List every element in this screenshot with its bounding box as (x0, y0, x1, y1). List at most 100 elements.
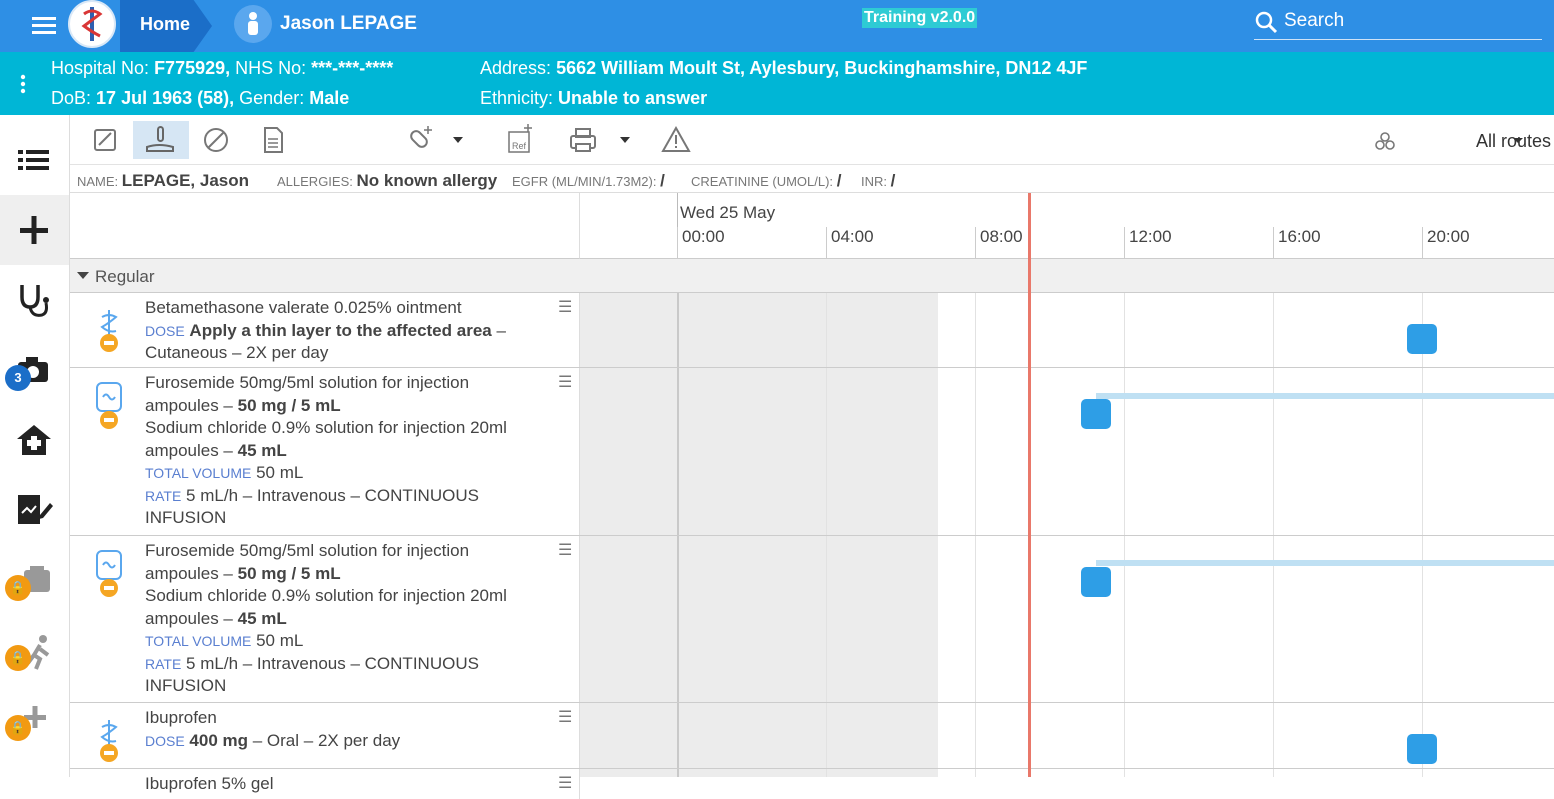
gender-value: Male (309, 88, 350, 108)
hand-pill-icon (146, 126, 174, 152)
lock-badge-icon: 🔒 (5, 715, 31, 741)
med-strength: 50 mg / 5 mL (237, 395, 341, 415)
nav-notes[interactable] (0, 475, 69, 545)
timeline-date: Wed 25 May (680, 203, 776, 222)
egfr-field: EGFR (ML/MIN/1.73M2): / (512, 171, 665, 191)
hosp-value: F775929, (154, 58, 231, 78)
oral-med-icon (94, 715, 124, 765)
hospital-number: Hospital No: F775929, NHS No: ***-***-**… (51, 58, 393, 79)
group-regular[interactable]: Regular (70, 259, 1554, 293)
inr-label: INR: (861, 174, 887, 189)
add-medication-dropdown[interactable] (446, 121, 470, 159)
nav-clinical[interactable] (0, 265, 69, 335)
name-field: NAME: LEPAGE, Jason (77, 171, 249, 191)
document-edit-icon (18, 495, 53, 524)
menu-icon[interactable] (24, 12, 64, 40)
dose-value: Apply a thin layer to the affected area (189, 320, 492, 340)
nav-add[interactable] (0, 195, 69, 265)
svg-text:Ref: Ref (512, 141, 527, 151)
group-label: Regular (95, 267, 155, 286)
nav-photos[interactable]: 3 (0, 335, 69, 405)
patient-name[interactable]: Jason LEPAGE (280, 13, 417, 35)
med-name: Ibuprofen (145, 708, 217, 727)
print-button[interactable] (555, 121, 611, 159)
dose-sep: – (496, 320, 506, 340)
medication-details: Furosemide 50mg/5ml solution for injecti… (70, 368, 580, 535)
row-menu-icon[interactable]: ☰ (558, 372, 572, 392)
app-logo[interactable] (68, 0, 116, 48)
dose-label: DOSE (145, 322, 185, 339)
diluent-name: Sodium chloride 0.9% solution for inject… (145, 418, 507, 437)
print-dropdown[interactable] (613, 121, 637, 159)
route-frequency: Cutaneous – 2X per day (145, 343, 329, 362)
routes-dropdown-icon[interactable] (1506, 129, 1530, 153)
nav-locked-add[interactable]: 🔒 (0, 685, 69, 755)
nav-locked-discharge[interactable]: 🔒 (0, 615, 69, 685)
addr-label: Address: (480, 58, 552, 78)
nav-list[interactable] (0, 125, 69, 195)
diluent-volume: 45 mL (237, 608, 287, 628)
search-input[interactable]: Search (1254, 6, 1542, 40)
dose-value: 400 mg (189, 730, 249, 750)
dob-label: DoB: (51, 88, 92, 108)
medication-row[interactable]: Furosemide 50mg/5ml solution for injecti… (70, 368, 1554, 536)
patient-avatar-icon (234, 5, 272, 43)
photos-count-badge: 3 (5, 365, 31, 391)
nav-locked-orders[interactable]: 🔒 (0, 545, 69, 615)
patient-summary-strip: NAME: LEPAGE, Jason ALLERGIES: No known … (70, 166, 1554, 193)
medication-row[interactable]: Furosemide 50mg/5ml solution for injecti… (70, 536, 1554, 703)
home-breadcrumb-label[interactable]: Home (140, 14, 190, 35)
total-volume-value: 50 mL (256, 631, 304, 650)
infusion-type: INFUSION (145, 676, 227, 695)
medication-column-header (70, 193, 580, 259)
rate-label: RATE (145, 655, 182, 672)
med-name: Furosemide 50mg/5ml solution for injecti… (145, 373, 470, 392)
medication-row[interactable]: Betamethasone valerate 0.025% ointment D… (70, 293, 1554, 368)
diluent-form: ampoules – (145, 608, 233, 628)
stop-view-button[interactable] (188, 121, 244, 159)
lock-badge-icon: 🔒 (5, 575, 31, 601)
more-vert-icon[interactable] (19, 74, 27, 94)
row-menu-icon[interactable]: ☰ (558, 297, 572, 317)
allergies-field[interactable]: ALLERGIES: No known allergy (277, 171, 497, 191)
timeline-tick: 16:00 (1273, 227, 1321, 259)
caret-down-icon (620, 137, 630, 143)
medication-row[interactable]: Ibuprofen DOSE 400 mg – Oral – 2X per da… (70, 703, 1554, 769)
warning-icon (661, 125, 691, 152)
med-strength: 50 mg / 5 mL (237, 563, 341, 583)
chart-icon (94, 129, 116, 151)
hosp-label: Hospital No: (51, 58, 150, 78)
name-label: NAME: (77, 174, 119, 189)
reference-button[interactable]: Ref (492, 121, 548, 159)
creat-label: CREATININE (UMOL/L): (691, 174, 834, 189)
lock-badge-icon: 🔒 (5, 645, 31, 671)
timeline-tick: 00:00 (677, 227, 725, 259)
medication-details: Furosemide 50mg/5ml solution for injecti… (70, 536, 580, 702)
printer-icon (570, 128, 596, 152)
diluent-name: Sodium chloride 0.9% solution for inject… (145, 586, 507, 605)
alerts-button[interactable] (648, 121, 704, 159)
routes-filter-icon[interactable] (1370, 129, 1400, 153)
administration-view-button[interactable] (133, 121, 189, 159)
med-form: ampoules – (145, 563, 233, 583)
row-menu-icon[interactable]: ☰ (558, 540, 572, 560)
topical-med-icon (94, 305, 124, 355)
row-menu-icon[interactable]: ☰ (558, 773, 572, 793)
chart-view-button[interactable] (78, 121, 134, 159)
route-frequency: – Oral – 2X per day (252, 730, 401, 750)
report-button[interactable] (245, 121, 301, 159)
rate-label: RATE (145, 487, 182, 504)
med-name: Furosemide 50mg/5ml solution for injecti… (145, 541, 470, 560)
nhs-label: NHS No: (235, 58, 307, 78)
add-medication-button[interactable] (392, 121, 448, 159)
inr-value: / (890, 171, 896, 190)
plus-icon (20, 216, 48, 244)
medication-row[interactable]: Ibuprofen 5% gel ☰ (70, 769, 1554, 799)
inr-field: INR: / (861, 171, 895, 191)
training-badge: Training v2.0.0 (862, 8, 978, 28)
total-volume-value: 50 mL (256, 463, 304, 482)
row-menu-icon[interactable]: ☰ (558, 707, 572, 727)
total-volume-label: TOTAL VOLUME (145, 633, 252, 649)
creatinine-field: CREATININE (UMOL/L): / (691, 171, 841, 191)
nav-home[interactable] (0, 405, 69, 475)
